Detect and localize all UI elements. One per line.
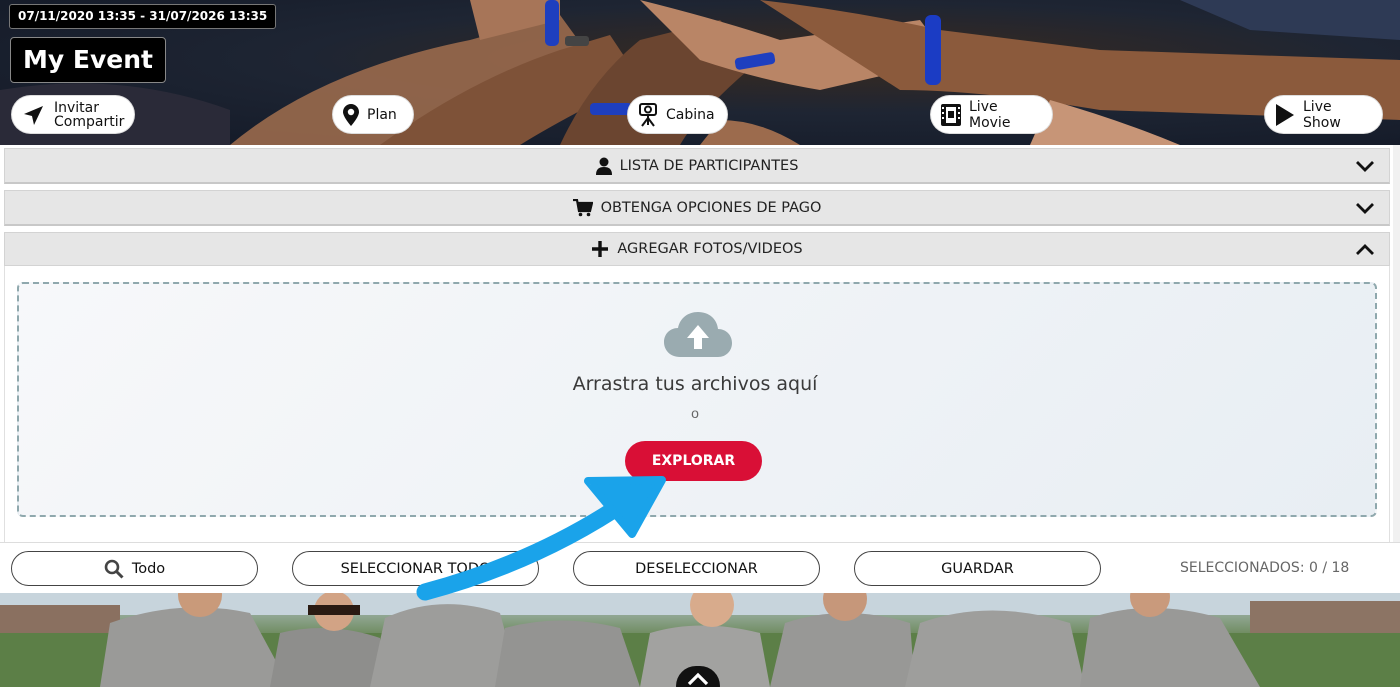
map-pin-icon [343, 103, 359, 126]
photo-booth-icon [639, 102, 657, 127]
payment-label: OBTENGA OPCIONES DE PAGO [600, 199, 822, 216]
chevron-down-icon[interactable] [1355, 200, 1375, 216]
payment-accordion-header[interactable]: OBTENGA OPCIONES DE PAGO [4, 190, 1390, 226]
select-all-button[interactable]: SELECCIONAR TODO [292, 551, 539, 586]
event-title: My Event [10, 37, 166, 83]
plus-icon [591, 240, 609, 258]
drop-instructions: Arrastra tus archivos aquí [572, 373, 818, 395]
chevron-down-icon[interactable] [1355, 158, 1375, 174]
send-icon [24, 105, 43, 125]
invite-share-button[interactable]: Invitar Compartir [12, 96, 134, 133]
filter-all-label: Todo [131, 560, 166, 577]
plan-button[interactable]: Plan [333, 96, 413, 133]
cabina-button[interactable]: Cabina [628, 96, 727, 133]
participants-accordion-header[interactable]: LISTA DE PARTICIPANTES [4, 148, 1390, 184]
play-icon [1276, 103, 1294, 126]
selected-count: SELECCIONADOS: 0 / 18 [1180, 560, 1350, 576]
chevron-up-icon [687, 672, 709, 686]
live-show-button[interactable]: Live Show [1265, 96, 1382, 133]
live-movie-button[interactable]: Live Movie [931, 96, 1052, 133]
cloud-upload-icon [664, 312, 732, 357]
add-media-label: AGREGAR FOTOS/VIDEOS [617, 241, 803, 257]
save-button[interactable]: GUARDAR [854, 551, 1101, 586]
search-icon [104, 559, 124, 579]
participants-label: LISTA DE PARTICIPANTES [619, 157, 799, 174]
cart-icon [572, 198, 593, 217]
deselect-label: DESELECCIONAR [635, 560, 758, 577]
deselect-button[interactable]: DESELECCIONAR [573, 551, 820, 586]
chevron-up-icon[interactable] [1355, 242, 1375, 258]
plan-label: Plan [367, 106, 397, 123]
event-hero-banner: 07/11/2020 13:35 - 31/07/2026 13:35 My E… [0, 0, 1400, 145]
add-media-accordion-header[interactable]: AGREGAR FOTOS/VIDEOS [4, 232, 1390, 266]
select-all-label: SELECCIONAR TODO [340, 560, 491, 577]
save-label: GUARDAR [941, 560, 1014, 577]
or-separator: o [691, 405, 699, 421]
share-label: Compartir [54, 113, 125, 130]
film-icon [941, 103, 961, 126]
live-movie-label: Live Movie [969, 98, 1011, 131]
filter-all-button[interactable]: Todo [11, 551, 258, 586]
explore-button[interactable]: EXPLORAR [625, 441, 762, 481]
live-show-label: Live Show [1303, 98, 1341, 131]
page-scrollbar[interactable] [1393, 145, 1400, 593]
cabina-label: Cabina [666, 106, 715, 123]
event-date-range: 07/11/2020 13:35 - 31/07/2026 13:35 [9, 4, 277, 29]
user-icon [595, 157, 612, 175]
